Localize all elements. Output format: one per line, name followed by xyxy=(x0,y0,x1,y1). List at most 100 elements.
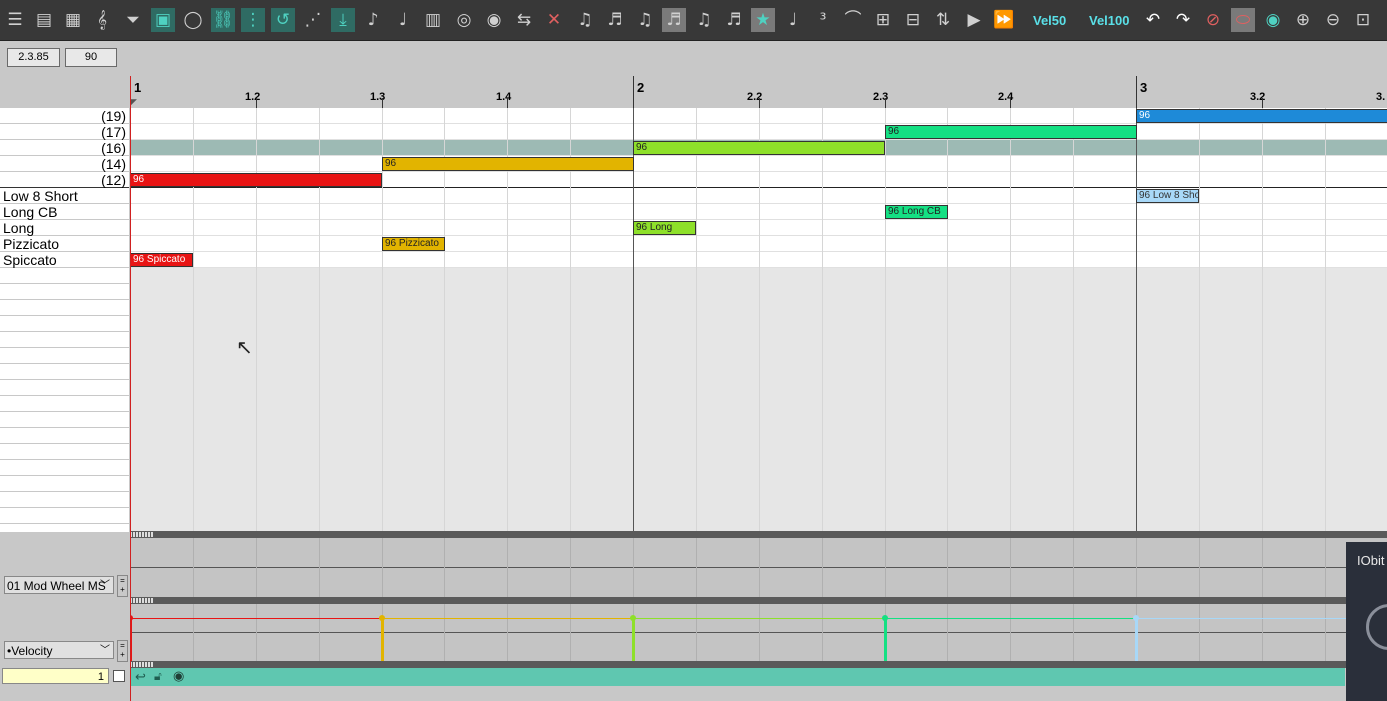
empty-key-row[interactable] xyxy=(0,332,129,348)
time-ruler[interactable]: 1 2 3 1.2 1.3 1.4 2.2 2.3 2.4 3.2 3. ◤ xyxy=(130,76,1387,108)
empty-key-row[interactable] xyxy=(0,380,129,396)
empty-key-row[interactable] xyxy=(0,396,129,412)
record-icon[interactable]: ◉ xyxy=(482,8,506,32)
insert-icon[interactable]: ⤓ xyxy=(331,8,355,32)
note-length-4-icon[interactable]: ♬ xyxy=(662,8,686,32)
quantize-icon[interactable]: ⊞ xyxy=(871,8,895,32)
redo-icon[interactable]: ↷ xyxy=(1171,8,1195,32)
note-length-3-icon[interactable]: ♫ xyxy=(633,8,657,32)
humanize-icon[interactable]: ⊟ xyxy=(901,8,925,32)
cc-lane[interactable] xyxy=(130,538,1387,598)
note-grid[interactable]: 969696969696 Low 8 Short96 Long CB96 Lon… xyxy=(130,108,1387,532)
snap-grid-icon[interactable]: ⋮ xyxy=(241,8,265,32)
note-block[interactable]: 96 Long CB xyxy=(885,205,948,219)
empty-key-row[interactable] xyxy=(0,444,129,460)
lane-splitter[interactable] xyxy=(130,661,1387,668)
key-row[interactable]: (14) xyxy=(0,156,129,172)
panel-toggle-icon[interactable]: ▣ xyxy=(151,8,175,32)
unlock-icon[interactable]: 🔓︎ xyxy=(154,669,162,684)
eye-icon[interactable]: ◉ xyxy=(1261,8,1285,32)
zoom-in-icon[interactable]: ⊕ xyxy=(1291,8,1315,32)
track-strip[interactable]: ↩ 🔓︎ ◉ xyxy=(130,668,1345,686)
show-icon[interactable]: ⬭ xyxy=(1231,8,1255,32)
splitter-grip[interactable] xyxy=(130,662,154,667)
loop-icon[interactable]: ↺ xyxy=(271,8,295,32)
key-row[interactable]: Low 8 Short xyxy=(0,188,129,204)
key-row[interactable]: (16) xyxy=(0,140,129,156)
key-row[interactable]: (19) xyxy=(0,108,129,124)
key-row[interactable]: (17) xyxy=(0,124,129,140)
empty-key-row[interactable] xyxy=(0,460,129,476)
note-length-1-icon[interactable]: ♫ xyxy=(573,8,597,32)
note-length-6-icon[interactable]: ♬ xyxy=(722,8,746,32)
note-block[interactable]: 96 xyxy=(885,125,1137,139)
note-block[interactable]: 96 Long xyxy=(633,221,696,235)
vel100-button[interactable]: Vel100 xyxy=(1089,13,1130,28)
iobit-popup[interactable]: IObit xyxy=(1346,542,1387,701)
play-icon[interactable]: ▶ xyxy=(962,8,986,32)
key-row[interactable]: Pizzicato xyxy=(0,236,129,252)
velocity-lane-select[interactable]: •Velocity ﹀ xyxy=(4,641,114,659)
empty-key-row[interactable] xyxy=(0,284,129,300)
curve-icon[interactable]: ⌒ xyxy=(841,8,865,32)
play-start-marker[interactable]: ◤ xyxy=(130,97,137,108)
triplet-icon[interactable]: ³ xyxy=(811,8,835,32)
lasso-icon[interactable]: ◯ xyxy=(181,8,205,32)
cc-lane-select[interactable]: 01 Mod Wheel MS ﹀ xyxy=(4,576,114,594)
track-list-icon[interactable]: ▤ xyxy=(32,8,56,32)
treble-clef-icon[interactable]: 𝄞 xyxy=(90,8,114,32)
velocity-lane[interactable] xyxy=(130,604,1387,662)
circle-icon[interactable]: ◎ xyxy=(452,8,476,32)
empty-key-row[interactable] xyxy=(0,476,129,492)
note-icon[interactable]: ♩ xyxy=(391,8,415,32)
grid-view-icon[interactable]: ▦ xyxy=(61,8,85,32)
empty-key-row[interactable] xyxy=(0,492,129,508)
note-block[interactable]: 96 Low 8 Short xyxy=(1136,189,1199,203)
link-icon[interactable]: ⛓ xyxy=(211,8,235,32)
track-link-icon[interactable]: ↩ xyxy=(135,669,146,685)
splitter-grip[interactable] xyxy=(130,598,154,603)
note-length-2-icon[interactable]: ♬ xyxy=(603,8,627,32)
transpose-icon[interactable]: ⇅ xyxy=(931,8,955,32)
note-block[interactable]: 96 Pizzicato xyxy=(382,237,445,251)
eye-icon[interactable]: ◉ xyxy=(173,668,184,684)
lane-splitter[interactable] xyxy=(130,531,1387,538)
velocity-stem[interactable] xyxy=(1135,618,1138,662)
empty-key-row[interactable] xyxy=(0,316,129,332)
empty-key-row[interactable] xyxy=(0,348,129,364)
splitter-grip[interactable] xyxy=(130,532,154,537)
lane-adjust-icon[interactable]: = + xyxy=(117,640,128,662)
velocity-stem[interactable] xyxy=(884,618,887,662)
note-block[interactable]: 96 xyxy=(633,141,885,155)
empty-key-row[interactable] xyxy=(0,428,129,444)
hide-icon[interactable]: ⊘ xyxy=(1201,8,1225,32)
key-row[interactable]: (12) xyxy=(0,172,129,188)
quarter-note-icon[interactable]: ♩ xyxy=(781,8,805,32)
zoom-out-icon[interactable]: ⊖ xyxy=(1321,8,1345,32)
position-time[interactable]: 2.3.85 xyxy=(7,48,60,67)
piano-icon[interactable]: ▥ xyxy=(421,8,445,32)
note-block[interactable]: 96 xyxy=(382,157,634,171)
empty-key-row[interactable] xyxy=(0,412,129,428)
velocity-stem[interactable] xyxy=(632,618,635,662)
key-row[interactable]: Long xyxy=(0,220,129,236)
note-block[interactable]: 96 Spiccato xyxy=(130,253,193,267)
zoom-fit-icon[interactable]: ⊡ xyxy=(1351,8,1375,32)
star-icon[interactable]: ★ xyxy=(751,8,775,32)
vel50-button[interactable]: Vel50 xyxy=(1033,13,1066,28)
channel-field[interactable]: 1 xyxy=(2,668,109,684)
velocity-stem[interactable] xyxy=(381,618,384,662)
note-block[interactable]: 96 xyxy=(130,173,382,187)
key-row[interactable]: Long CB xyxy=(0,204,129,220)
popup-dial-icon[interactable] xyxy=(1366,604,1387,650)
lane-adjust-icon[interactable]: = + xyxy=(117,575,128,597)
empty-key-row[interactable] xyxy=(0,268,129,284)
empty-key-row[interactable] xyxy=(0,364,129,380)
channel-checkbox[interactable] xyxy=(113,670,125,682)
empty-key-row[interactable] xyxy=(0,300,129,316)
footsteps-icon[interactable]: ⋰ xyxy=(301,8,325,32)
note-length-5-icon[interactable]: ♫ xyxy=(692,8,716,32)
undo-icon[interactable]: ↶ xyxy=(1141,8,1165,32)
lane-splitter[interactable] xyxy=(130,597,1387,604)
note-edit-icon[interactable]: ♪ xyxy=(361,8,385,32)
